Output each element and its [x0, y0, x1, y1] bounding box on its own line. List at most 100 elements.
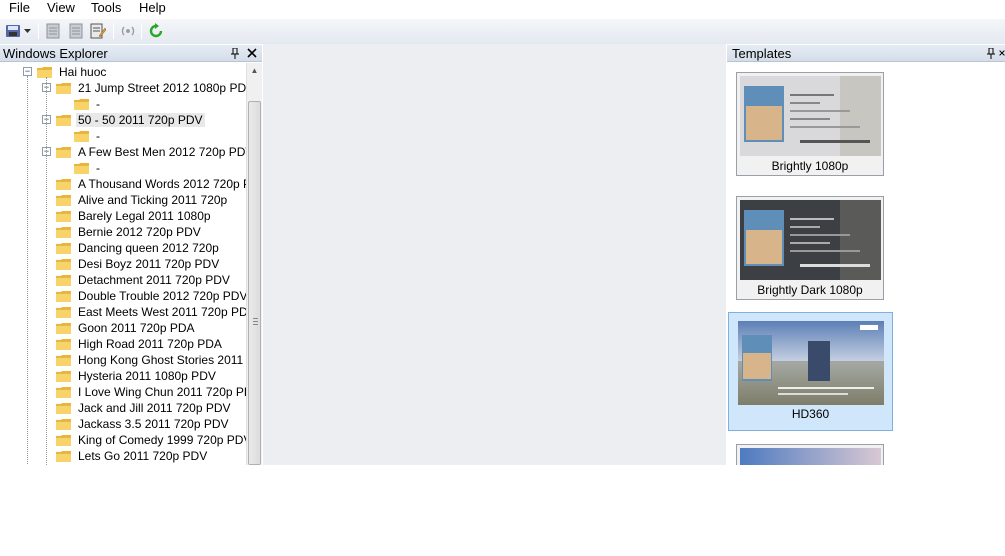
- tree-folder-node[interactable]: Hysteria 2011 1080p PDV: [56, 368, 218, 384]
- folder-icon: [56, 210, 71, 222]
- close-icon[interactable]: [246, 47, 258, 59]
- folder-icon: [56, 258, 71, 270]
- tree-folder-node[interactable]: Jackass 3.5 2011 720p PDV: [56, 416, 231, 432]
- folder-icon: [74, 162, 89, 174]
- menu-bar: File View Tools Help: [0, 0, 1005, 17]
- tree-child-node[interactable]: -: [74, 160, 102, 176]
- tree-child-node[interactable]: -: [74, 128, 102, 144]
- edit-document-icon[interactable]: [89, 22, 107, 40]
- tree-node-label: Detachment 2011 720p PDV: [78, 273, 230, 287]
- folder-icon: [56, 114, 71, 126]
- document-icon[interactable]: [67, 22, 85, 40]
- folder-tree[interactable]: Hai huoc −21 Jump Street 2012 1080p PDV − -…: [0, 63, 246, 465]
- tree-folder-node[interactable]: Barely Legal 2011 1080p: [56, 208, 213, 224]
- menu-tools[interactable]: Tools: [91, 0, 121, 15]
- tree-folder-node[interactable]: Desi Boyz 2011 720p PDV: [56, 256, 221, 272]
- tree-node-label: High Road 2011 720p PDA: [78, 337, 222, 351]
- pin-icon[interactable]: [229, 47, 241, 59]
- close-icon[interactable]: [999, 47, 1005, 59]
- folder-icon: [56, 434, 71, 446]
- tree-node-label: Hysteria 2011 1080p PDV: [78, 369, 216, 383]
- folder-icon: [56, 226, 71, 238]
- folder-icon: [56, 146, 71, 158]
- dropdown-arrow-icon[interactable]: [22, 22, 32, 40]
- tree-folder-node[interactable]: Double Trouble 2012 720p PDV: [56, 288, 246, 304]
- tree-root-node[interactable]: Hai huoc: [37, 64, 108, 80]
- tree-node-label: -: [96, 161, 100, 175]
- tree-folder-node[interactable]: A Few Best Men 2012 720p PDV: [56, 144, 246, 160]
- document-icon[interactable]: [44, 22, 62, 40]
- menu-file[interactable]: File: [9, 0, 30, 15]
- tree-folder-node[interactable]: 50 - 50 2011 720p PDV: [56, 112, 205, 128]
- tree-node-label: Goon 2011 720p PDA: [78, 321, 195, 335]
- folder-icon: [56, 194, 71, 206]
- tree-folder-node[interactable]: I Love Wing Chun 2011 720p PDV: [56, 384, 246, 400]
- tree-folder-node[interactable]: Detachment 2011 720p PDV: [56, 272, 232, 288]
- folder-icon: [56, 338, 71, 350]
- toolbar: [0, 19, 1005, 44]
- folder-icon: [56, 242, 71, 254]
- tree-node-label: Hai huoc: [59, 65, 107, 79]
- tree-folder-node[interactable]: East Meets West 2011 720p PDV: [56, 304, 246, 320]
- templates-panel-title: Templates: [732, 46, 792, 61]
- main-workspace: [263, 44, 726, 465]
- folder-icon: [56, 290, 71, 302]
- scrollbar-thumb[interactable]: [248, 101, 261, 465]
- broadcast-icon[interactable]: [119, 22, 137, 40]
- tree-node-label: Lets Go 2011 720p PDV: [78, 449, 208, 463]
- save-icon[interactable]: [4, 22, 22, 40]
- tree-folder-node[interactable]: Bernie 2012 720p PDV: [56, 224, 203, 240]
- template-thumbnail: [740, 200, 881, 280]
- tree-child-node[interactable]: -: [74, 96, 102, 112]
- tree-node-label: Jackass 3.5 2011 720p PDV: [78, 417, 229, 431]
- tree-node-label: Double Trouble 2012 720p PDV: [78, 289, 246, 303]
- folder-icon: [56, 82, 71, 94]
- template-card[interactable]: Brightly 1080p: [736, 72, 884, 176]
- tree-folder-node[interactable]: Alive and Ticking 2011 720p: [56, 192, 229, 208]
- templates-list: Brightly 1080p Brightly Dark 1080p HD360: [727, 63, 1005, 465]
- application-window: File View Tools Help Windows Explorer Ha…: [0, 0, 1005, 556]
- tree-node-label: Barely Legal 2011 1080p: [78, 209, 211, 223]
- folder-icon: [56, 386, 71, 398]
- tree-node-label: 21 Jump Street 2012 1080p PDV: [78, 81, 246, 95]
- tree-node-label: Hong Kong Ghost Stories 2011 720p: [78, 353, 246, 367]
- folder-icon: [56, 178, 71, 190]
- toolbar-separator: [38, 23, 39, 39]
- template-thumbnail: [738, 321, 884, 405]
- tree-node-label: Dancing queen 2012 720p: [78, 241, 219, 255]
- tree-folder-node[interactable]: King of Comedy 1999 720p PDV: [56, 432, 246, 448]
- tree-node-label: Desi Boyz 2011 720p PDV: [78, 257, 220, 271]
- folder-icon: [74, 98, 89, 110]
- tree-folder-node[interactable]: Lets Go 2011 720p PDV: [56, 448, 209, 464]
- tree-scrollbar[interactable]: ▲: [246, 63, 262, 465]
- template-label: HD360: [791, 407, 830, 421]
- template-label: Brightly Dark 1080p: [757, 283, 863, 297]
- folder-icon: [56, 306, 71, 318]
- tree-folder-node[interactable]: Dancing queen 2012 720p: [56, 240, 221, 256]
- tree-node-label: 50 - 50 2011 720p PDV: [76, 113, 205, 127]
- folder-icon: [37, 66, 52, 78]
- pin-icon[interactable]: [985, 47, 997, 59]
- tree-node-label: King of Comedy 1999 720p PDV: [78, 433, 246, 447]
- tree-node-label: A Thousand Words 2012 720p PDV: [78, 177, 246, 191]
- toolbar-separator: [141, 23, 142, 39]
- templates-panel-header: Templates: [727, 45, 1005, 62]
- menu-view[interactable]: View: [47, 0, 75, 15]
- tree-folder-node[interactable]: Goon 2011 720p PDA: [56, 320, 197, 336]
- tree-node-label: Jack and Jill 2011 720p PDV: [78, 401, 231, 415]
- tree-folder-node[interactable]: A Thousand Words 2012 720p PDV: [56, 176, 246, 192]
- tree-folder-node[interactable]: Jack and Jill 2011 720p PDV: [56, 400, 233, 416]
- tree-folder-node[interactable]: High Road 2011 720p PDA: [56, 336, 224, 352]
- folder-icon: [56, 450, 71, 462]
- refresh-icon[interactable]: [147, 22, 165, 40]
- scroll-up-icon[interactable]: ▲: [247, 63, 262, 79]
- tree-folder-node[interactable]: 21 Jump Street 2012 1080p PDV: [56, 80, 246, 96]
- tree-folder-node[interactable]: Hong Kong Ghost Stories 2011 720p: [56, 352, 246, 368]
- template-card-selected[interactable]: HD360: [728, 312, 893, 431]
- menu-help[interactable]: Help: [139, 0, 166, 15]
- template-card[interactable]: Brightly Dark 1080p: [736, 196, 884, 300]
- template-card[interactable]: [736, 444, 884, 465]
- tree-guide-line: [27, 76, 28, 465]
- collapse-icon[interactable]: −: [23, 67, 32, 76]
- tree-node-label: East Meets West 2011 720p PDV: [78, 305, 246, 319]
